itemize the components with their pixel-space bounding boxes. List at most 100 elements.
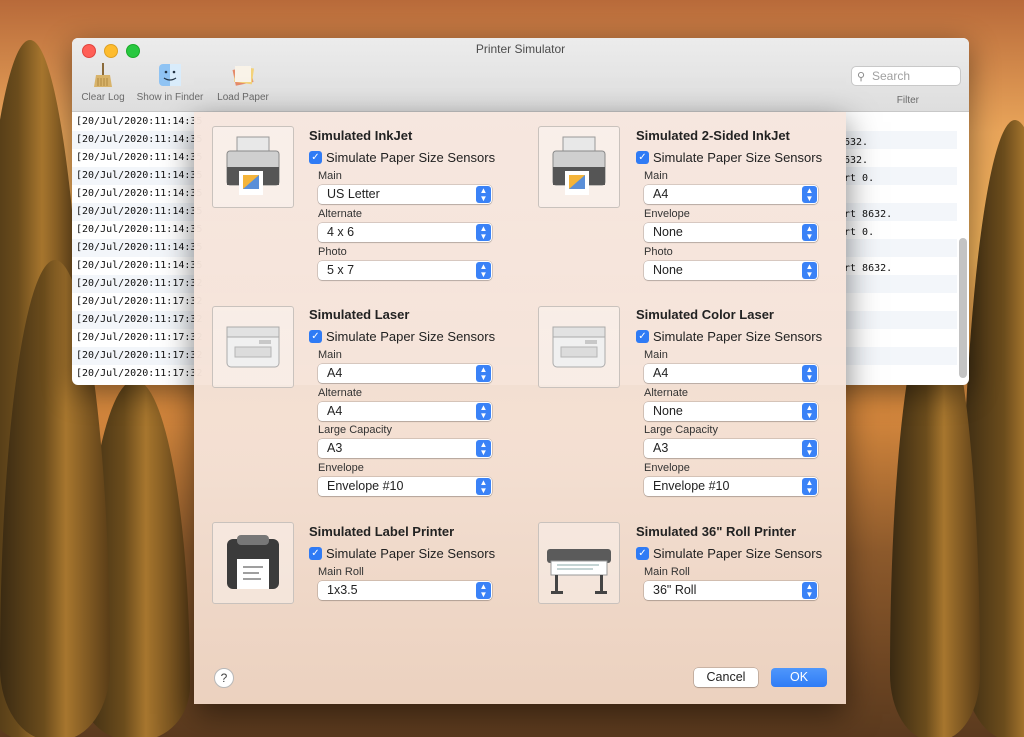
load-paper-label: Load Paper: [217, 92, 269, 103]
two-sided-envelope-value: None: [653, 225, 683, 239]
roll-sensors-label: Simulate Paper Size Sensors: [653, 546, 823, 561]
broom-icon: [90, 62, 116, 88]
inkjet-alternate-select[interactable]: 4 x 6 ▲ ▼: [318, 223, 492, 242]
window-titlebar: Printer Simulator Clear Log Show in Find…: [72, 38, 969, 112]
inkjet-main-label: Main: [318, 170, 342, 182]
roll-printer-name: Simulated 36" Roll Printer: [636, 524, 797, 539]
inkjet-alternate-value: 4 x 6: [327, 225, 355, 239]
chevron-updown-icon: ▲ ▼: [802, 440, 817, 457]
chevron-updown-icon: ▲ ▼: [802, 262, 817, 279]
color-laser-envelope-select[interactable]: Envelope #10 ▲ ▼: [644, 477, 818, 496]
log-row-tail: rt 0.: [844, 173, 875, 184]
chevron-updown-icon: ▲ ▼: [476, 440, 491, 457]
color-laser-printer-name: Simulated Color Laser: [636, 307, 774, 322]
window-title: Printer Simulator: [475, 42, 566, 56]
laser-printer-image: [212, 306, 294, 388]
color-laser-alternate-value: None: [653, 404, 683, 418]
chevron-updown-icon: ▲ ▼: [802, 224, 817, 241]
laser-sensors-checkbox[interactable]: ✓ Simulate Paper Size Sensors: [309, 329, 495, 344]
color-laser-main-label: Main: [644, 349, 668, 361]
checkmark-icon: ✓: [636, 547, 649, 560]
inkjet-printer-name: Simulated InkJet: [309, 128, 413, 143]
color-laser-large-capacity-value: A3: [653, 441, 669, 455]
inkjet-main-select[interactable]: US Letter ▲ ▼: [318, 185, 492, 204]
color-laser-main-value: A4: [653, 366, 669, 380]
two-sided-main-select[interactable]: A4 ▲ ▼: [644, 185, 818, 204]
color-laser-sensors-label: Simulate Paper Size Sensors: [653, 329, 823, 344]
laser-large-capacity-select[interactable]: A3 ▲ ▼: [318, 439, 492, 458]
log-row-tail: rt 8632.: [844, 209, 893, 220]
two-sided-inkjet-printer-name: Simulated 2-Sided InkJet: [636, 128, 790, 143]
laser-main-select[interactable]: A4 ▲ ▼: [318, 364, 492, 383]
chevron-updown-icon: ▲ ▼: [476, 186, 491, 203]
laser-envelope-value: Envelope #10: [327, 479, 404, 493]
inkjet-sensors-checkbox[interactable]: ✓ Simulate Paper Size Sensors: [309, 150, 495, 165]
checkmark-icon: ✓: [309, 330, 322, 343]
two-sided-inkjet-sensors-label: Simulate Paper Size Sensors: [653, 150, 823, 165]
two-sided-inkjet-sensors-checkbox[interactable]: ✓ Simulate Paper Size Sensors: [636, 150, 822, 165]
two-sided-photo-value: None: [653, 263, 683, 277]
chevron-updown-icon: ▲ ▼: [476, 403, 491, 420]
laser-envelope-select[interactable]: Envelope #10 ▲ ▼: [318, 477, 492, 496]
color-laser-envelope-label: Envelope: [644, 462, 690, 474]
chevron-updown-icon: ▲ ▼: [802, 403, 817, 420]
two-sided-envelope-select[interactable]: None ▲ ▼: [644, 223, 818, 242]
inkjet-photo-select[interactable]: 5 x 7 ▲ ▼: [318, 261, 492, 280]
chevron-updown-icon: ▲ ▼: [802, 478, 817, 495]
roll-main-roll-select[interactable]: 36" Roll ▲ ▼: [644, 581, 818, 600]
search-placeholder: Search: [872, 69, 911, 83]
label-sensors-checkbox[interactable]: ✓ Simulate Paper Size Sensors: [309, 546, 495, 561]
filter-label: Filter: [896, 95, 919, 106]
two-sided-envelope-label: Envelope: [644, 208, 690, 220]
show-in-finder-button[interactable]: Show in Finder: [132, 62, 208, 103]
paper-stack-icon: [230, 62, 256, 88]
laser-main-value: A4: [327, 366, 343, 380]
two-sided-photo-select[interactable]: None ▲ ▼: [644, 261, 818, 280]
inkjet-alternate-label: Alternate: [318, 208, 363, 220]
roll-sensors-checkbox[interactable]: ✓ Simulate Paper Size Sensors: [636, 546, 822, 561]
chevron-updown-icon: ▲ ▼: [802, 186, 817, 203]
two-sided-inkjet-printer-image: [538, 126, 620, 208]
load-paper-sheet: Simulated InkJet ✓ Simulate Paper Size S…: [194, 112, 846, 704]
laser-envelope-label: Envelope: [318, 462, 364, 474]
search-field[interactable]: ⚲ Search: [851, 66, 961, 86]
checkmark-icon: ✓: [309, 151, 322, 164]
ok-button[interactable]: OK: [771, 668, 827, 687]
inkjet-main-value: US Letter: [327, 187, 380, 201]
show-in-finder-label: Show in Finder: [136, 92, 204, 103]
laser-alternate-label: Alternate: [318, 387, 363, 399]
help-button[interactable]: ?: [214, 668, 234, 688]
chevron-updown-icon: ▲ ▼: [476, 224, 491, 241]
log-row-tail: rt 8632.: [844, 263, 893, 274]
color-laser-alternate-select[interactable]: None ▲ ▼: [644, 402, 818, 421]
two-sided-photo-label: Photo: [644, 246, 673, 258]
color-laser-large-capacity-select[interactable]: A3 ▲ ▼: [644, 439, 818, 458]
label-printer-image: [212, 522, 294, 604]
laser-alternate-select[interactable]: A4 ▲ ▼: [318, 402, 492, 421]
color-laser-printer-image: [538, 306, 620, 388]
label-sensors-label: Simulate Paper Size Sensors: [326, 546, 496, 561]
log-scrollbar[interactable]: [959, 238, 967, 378]
cancel-button[interactable]: Cancel: [694, 668, 758, 687]
clear-log-label: Clear Log: [81, 92, 125, 103]
color-laser-envelope-value: Envelope #10: [653, 479, 730, 493]
chevron-updown-icon: ▲ ▼: [802, 365, 817, 382]
clear-log-button[interactable]: Clear Log: [78, 62, 128, 103]
search-icon: ⚲: [857, 71, 866, 83]
inkjet-sensors-label: Simulate Paper Size Sensors: [326, 150, 496, 165]
load-paper-button[interactable]: Load Paper: [212, 62, 274, 103]
label-main-roll-value: 1x3.5: [327, 583, 358, 597]
laser-large-capacity-value: A3: [327, 441, 343, 455]
chevron-updown-icon: ▲ ▼: [476, 478, 491, 495]
color-laser-large-capacity-label: Large Capacity: [644, 424, 718, 436]
color-laser-sensors-checkbox[interactable]: ✓ Simulate Paper Size Sensors: [636, 329, 822, 344]
label-main-roll-label: Main Roll: [318, 566, 364, 578]
inkjet-photo-value: 5 x 7: [327, 263, 355, 277]
chevron-updown-icon: ▲ ▼: [476, 582, 491, 599]
color-laser-main-select[interactable]: A4 ▲ ▼: [644, 364, 818, 383]
label-main-roll-select[interactable]: 1x3.5 ▲ ▼: [318, 581, 492, 600]
laser-main-label: Main: [318, 349, 342, 361]
checkmark-icon: ✓: [636, 330, 649, 343]
laser-sensors-label: Simulate Paper Size Sensors: [326, 329, 496, 344]
color-laser-alternate-label: Alternate: [644, 387, 689, 399]
